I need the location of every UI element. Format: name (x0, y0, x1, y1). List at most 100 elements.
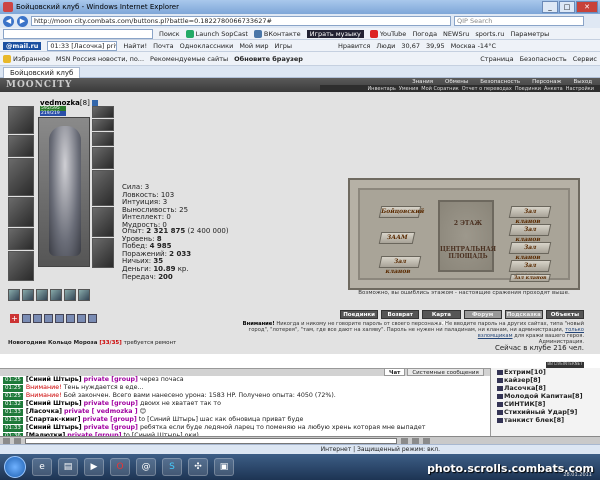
chat-author[interactable]: [Синий Штырь] (26, 424, 82, 431)
online-user[interactable]: Молодой Капитан[8] (497, 392, 600, 400)
room-clans-3[interactable]: Зал кланов (508, 242, 552, 261)
hint-button[interactable]: Подсказка (504, 310, 543, 319)
chat-author[interactable]: [Синий Штырь] (26, 376, 82, 383)
search-field[interactable]: QIP Search (454, 16, 584, 26)
return-button[interactable]: Возврат (381, 310, 420, 319)
subnav-transfers[interactable]: Отчет о переводах (462, 86, 512, 92)
forward-button[interactable]: ▶ (17, 15, 28, 27)
chat-tool-1[interactable] (3, 437, 10, 444)
subnav-fights[interactable]: Поединки (515, 86, 541, 92)
subnav-skills[interactable]: Умения (399, 86, 418, 92)
mailru-item-games[interactable]: Игры (274, 42, 292, 50)
quick-slot-2[interactable] (33, 314, 42, 323)
toolbar-item-vkontakte[interactable]: ВКонтакте (253, 29, 301, 38)
folder-taskbar-icon[interactable]: ▤ (58, 458, 78, 476)
nav-security[interactable]: Безопасность (480, 79, 520, 85)
quick-slot-5[interactable] (66, 314, 75, 323)
inv-slot-4[interactable] (50, 289, 62, 301)
online-user[interactable]: кайзер[8] (497, 376, 600, 384)
mailru-find-button[interactable]: Найти! (123, 42, 147, 50)
toolbar-item-music[interactable]: Играть музыку (306, 29, 364, 38)
toolbar-item-sports[interactable]: sports.ru (475, 30, 504, 38)
inv-slot-5[interactable] (64, 289, 76, 301)
mailru-item-myworld[interactable]: Мой мир (239, 42, 268, 50)
media-taskbar-icon[interactable]: ▶ (84, 458, 104, 476)
room-clans-5[interactable]: Зал кланов (508, 260, 552, 279)
cmd-tools[interactable]: Сервис (573, 55, 597, 63)
chat-settings-button[interactable] (423, 437, 430, 444)
amulet-slot[interactable] (92, 119, 114, 131)
room-zaam[interactable]: ЗААМ (378, 232, 416, 244)
toolbar-item-settings[interactable]: Параметры (510, 30, 549, 38)
quick-slot-1[interactable] (22, 314, 31, 323)
fav-item-msn[interactable]: MSN Россия новости, по... (56, 55, 144, 63)
online-user[interactable]: танкист блек[8] (497, 416, 600, 424)
room-clans-1[interactable]: Зал кланов (508, 206, 552, 225)
room-clans-6[interactable]: Зал кланов (509, 274, 551, 282)
forum-button[interactable]: Форум (463, 310, 502, 319)
quick-slot-7[interactable] (88, 314, 97, 323)
club-map-button[interactable]: Карта клуба (422, 310, 461, 327)
weapon-slot[interactable] (8, 158, 34, 196)
quick-slot-4[interactable] (55, 314, 64, 323)
plus-icon[interactable]: + (10, 314, 19, 323)
nav-exchange[interactable]: Обмены (445, 79, 468, 85)
chat-send-button[interactable] (401, 437, 408, 444)
central-square[interactable]: 2 ЭТАЖ ЦЕНТРАЛЬНАЯ ПЛОЩАДЬ (438, 200, 496, 272)
toolbar-search-input[interactable] (3, 28, 153, 39)
helmet-slot[interactable] (8, 106, 34, 134)
online-user[interactable]: Стихийный Удар[9] (497, 408, 600, 416)
quick-slot-3[interactable] (44, 314, 53, 323)
quick-slot-6[interactable] (77, 314, 86, 323)
app-taskbar-icon[interactable]: ✣ (188, 458, 208, 476)
inv-slot-1[interactable] (8, 289, 20, 301)
cmd-safety[interactable]: Безопасность (520, 55, 567, 63)
subnav-companion[interactable]: Мой Соратник (421, 86, 458, 92)
nav-character[interactable]: Персонаж (532, 79, 561, 85)
shield-slot[interactable] (92, 170, 114, 206)
nav-exit[interactable]: Выход (573, 79, 592, 85)
room-fighters[interactable]: Бойцовский (378, 206, 425, 218)
toolbar-item-youtube[interactable]: YouTube (369, 29, 406, 38)
fights-button[interactable]: Поединки (340, 310, 379, 319)
online-user[interactable]: Ехтрим[10] (497, 368, 600, 376)
tab-chat[interactable]: Чат (384, 368, 406, 376)
tab-combats[interactable]: Бойцовский клуб (3, 66, 81, 78)
toolbar-item-weather[interactable]: Погода (412, 30, 437, 38)
start-button[interactable] (4, 456, 26, 478)
skype-taskbar-icon[interactable]: S (162, 458, 182, 476)
toolbar-item-search[interactable]: Поиск (159, 30, 180, 38)
inv-slot-2[interactable] (22, 289, 34, 301)
inv-slot-6[interactable] (78, 289, 90, 301)
toolbar-item-newsru[interactable]: NEWSru (443, 30, 469, 38)
favorites-button[interactable]: Избранное (3, 54, 50, 63)
opera-taskbar-icon[interactable]: O (110, 458, 130, 476)
mailru-item-people[interactable]: Люди (376, 42, 395, 50)
earring-slot[interactable] (92, 106, 114, 118)
online-user[interactable]: СИНТИК[8] (497, 400, 600, 408)
character-avatar[interactable] (38, 117, 90, 267)
mailru-item-like[interactable]: Нравится (338, 42, 370, 50)
minimize-button[interactable]: _ (542, 1, 558, 13)
chat-author[interactable]: [Ласочка] (26, 408, 62, 415)
fav-item-recommended[interactable]: Рекомендуемые сайты (150, 55, 228, 63)
mail-taskbar-icon[interactable]: @ (136, 458, 156, 476)
maximize-button[interactable]: □ (559, 1, 575, 13)
fav-item-update-browser[interactable]: Обновите браузер (234, 55, 303, 63)
online-user[interactable]: Ласочка[8] (497, 384, 600, 392)
armor-slot[interactable] (8, 197, 34, 227)
ie-taskbar-icon[interactable]: e (32, 458, 52, 476)
leggings-slot[interactable] (92, 207, 114, 237)
subnav-settings[interactable]: Настройки (566, 86, 594, 92)
chat-author[interactable]: [Синий Штырь] (26, 400, 82, 407)
chat-tool-2[interactable] (14, 437, 21, 444)
inv-slot-3[interactable] (36, 289, 48, 301)
chat-input[interactable] (25, 437, 397, 444)
boots-slot[interactable] (8, 251, 34, 281)
chat-author[interactable]: [Спартак-кинг] (26, 416, 81, 423)
subnav-inventory[interactable]: Инвентарь (367, 86, 395, 92)
boots-slot-right[interactable] (92, 238, 114, 268)
room-clans-2[interactable]: Зал кланов (508, 224, 552, 243)
window-taskbar-icon[interactable]: ▣ (214, 458, 234, 476)
nav-knowledge[interactable]: Знания (412, 79, 433, 85)
